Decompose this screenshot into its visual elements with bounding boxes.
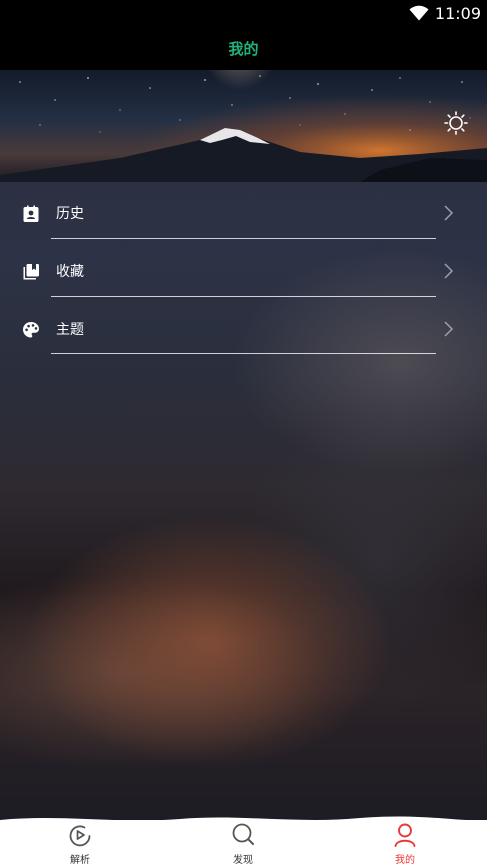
history-contact-icon (23, 205, 39, 222)
title-bar: 我的 (0, 26, 487, 70)
menu-label-theme: 主题 (56, 322, 84, 338)
theme-palette-icon (23, 322, 39, 338)
nav-item-discover[interactable]: 发现 (213, 820, 273, 867)
page-title: 我的 (228, 39, 259, 58)
content-area: 历史 收藏 主题 (0, 182, 487, 820)
favorites-library-icon (23, 264, 39, 280)
menu-item-theme[interactable]: 主题 (0, 298, 487, 356)
person-icon (394, 823, 416, 847)
divider (51, 238, 436, 239)
status-time: 11:09 (434, 3, 481, 23)
chevron-right-icon (444, 263, 454, 279)
nav-label-parse: 解析 (70, 855, 90, 866)
nav-label-mine: 我的 (395, 855, 415, 866)
nav-item-mine[interactable]: 我的 (375, 820, 435, 867)
divider (51, 296, 436, 297)
nav-item-parse[interactable]: 解析 (50, 820, 110, 867)
status-bar: 11:09 (0, 0, 487, 26)
wifi-icon (409, 5, 429, 21)
brightness-settings-button[interactable] (443, 110, 469, 136)
hero-mountain-image (0, 70, 487, 182)
menu-item-history[interactable]: 历史 (0, 182, 487, 240)
play-circle-icon (69, 825, 91, 847)
search-icon (232, 823, 254, 845)
bottom-nav: 解析 发现 我的 (0, 812, 487, 867)
chevron-right-icon (444, 321, 454, 337)
chevron-right-icon (444, 205, 454, 221)
divider (51, 353, 436, 354)
nav-label-discover: 发现 (233, 855, 253, 866)
menu-item-favorites[interactable]: 收藏 (0, 240, 487, 298)
menu-label-favorites: 收藏 (56, 264, 84, 280)
hero-banner (0, 70, 487, 182)
menu-label-history: 历史 (56, 206, 84, 222)
